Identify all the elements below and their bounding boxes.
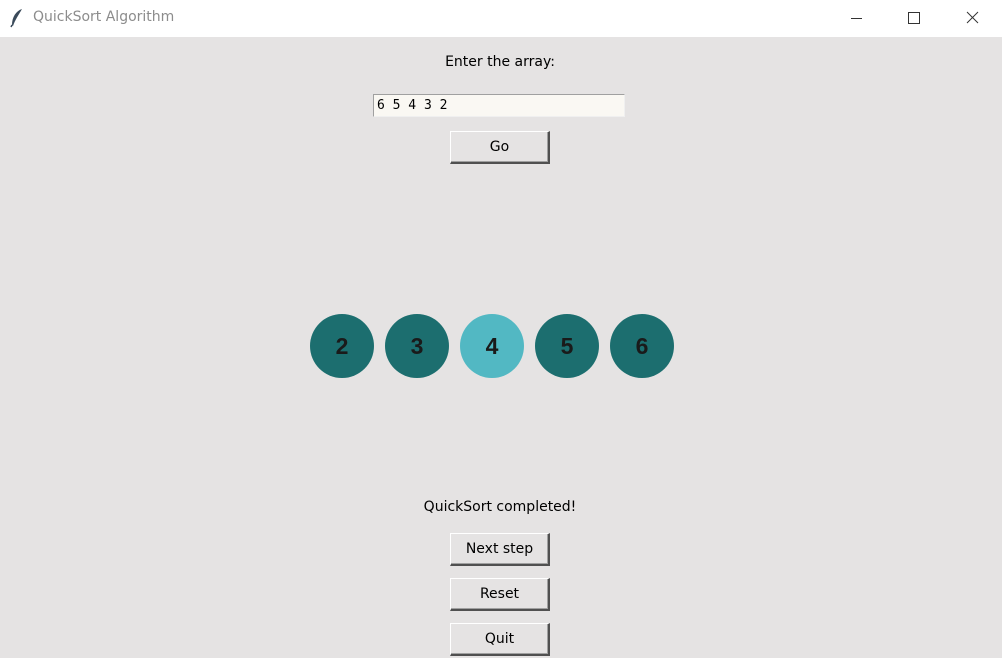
array-element-circle: 6: [610, 314, 674, 378]
reset-button[interactable]: Reset: [450, 578, 550, 611]
array-prompt-label: Enter the array:: [445, 54, 555, 70]
title-bar[interactable]: QuickSort Algorithm: [0, 0, 1002, 37]
close-icon[interactable]: [944, 0, 1002, 37]
window-title: QuickSort Algorithm: [33, 9, 175, 25]
array-element-circle: 4: [460, 314, 524, 378]
array-input[interactable]: 6 5 4 3 2: [373, 94, 625, 117]
array-element-circle: 2: [310, 314, 374, 378]
next-step-button[interactable]: Next step: [450, 533, 550, 566]
quit-button[interactable]: Quit: [450, 623, 550, 656]
app-window: QuickSort Algorithm Enter the array: 6 5…: [0, 0, 1002, 658]
maximize-icon[interactable]: [885, 0, 943, 37]
minimize-icon[interactable]: [827, 0, 885, 37]
array-element-circle: 5: [535, 314, 599, 378]
feather-icon: [10, 8, 24, 28]
array-element-circle: 3: [385, 314, 449, 378]
status-label: QuickSort completed!: [423, 499, 577, 515]
go-button[interactable]: Go: [450, 131, 550, 164]
